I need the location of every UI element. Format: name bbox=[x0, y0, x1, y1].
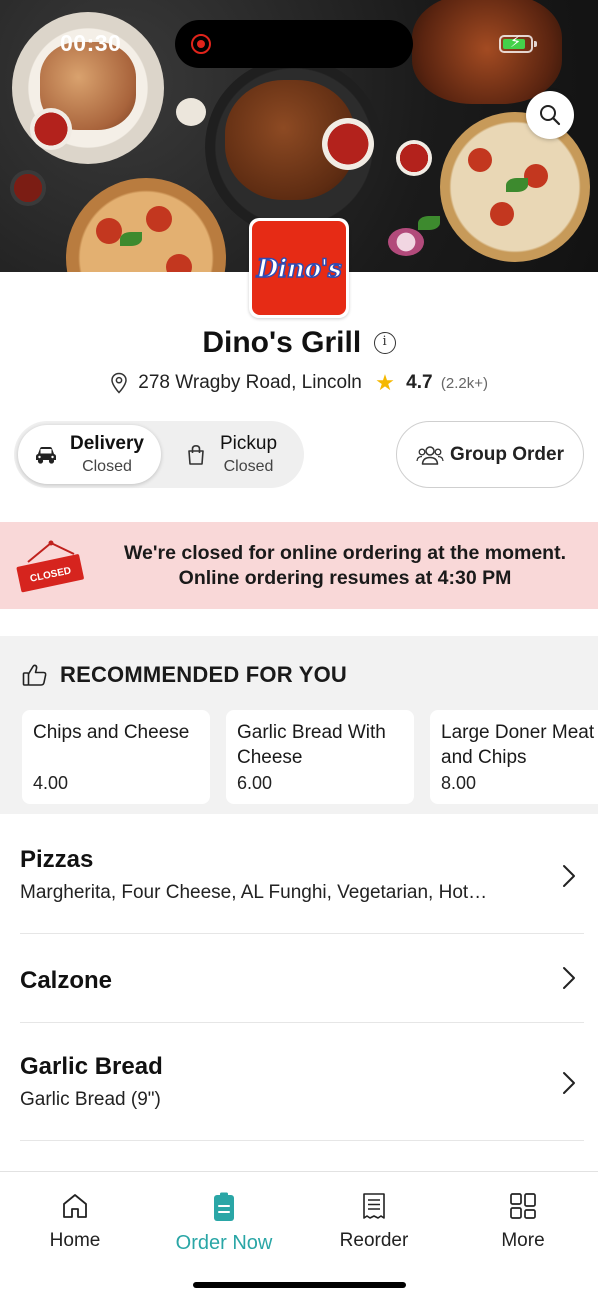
recommended-title: RECOMMENDED FOR YOU bbox=[60, 662, 347, 687]
recording-icon bbox=[191, 34, 211, 54]
nav-label: Home bbox=[49, 1230, 101, 1251]
nav-label: More bbox=[501, 1230, 545, 1251]
location-pin-icon bbox=[111, 372, 127, 394]
nav-order-now[interactable]: Order Now bbox=[159, 1192, 289, 1255]
chevron-right-icon bbox=[563, 1072, 575, 1094]
car-icon bbox=[36, 446, 56, 464]
rating-value: 4.7 bbox=[406, 372, 433, 393]
order-icon bbox=[214, 1192, 234, 1221]
recommended-item-price: 8.00 bbox=[441, 773, 477, 793]
delivery-status: Closed bbox=[82, 458, 132, 475]
order-mode-toggle: Delivery Closed Pickup Closed bbox=[14, 421, 304, 488]
address-rating-row: 278 Wragby Road, Lincoln ★ 4.7 (2.2k+) bbox=[0, 370, 598, 396]
recommended-item-name: Large Doner Meat and Chips bbox=[441, 722, 595, 768]
logo-text: Dino's bbox=[256, 253, 343, 284]
recommended-item-price: 6.00 bbox=[237, 773, 273, 793]
dynamic-island bbox=[175, 20, 413, 68]
nav-label: Order Now bbox=[175, 1232, 273, 1254]
category-name: Garlic Bread bbox=[20, 1053, 163, 1080]
category-name: Pizzas bbox=[20, 846, 94, 873]
group-people-icon bbox=[416, 445, 444, 465]
recommended-item-name: Garlic Bread With Cheese bbox=[237, 722, 386, 768]
battery-icon: ⚡ bbox=[499, 34, 537, 53]
star-icon: ★ bbox=[375, 370, 395, 395]
category-description: Margherita, Four Cheese, AL Funghi, Vege… bbox=[20, 882, 488, 903]
home-indicator bbox=[193, 1282, 406, 1288]
closed-message-line1: We're closed for online ordering at the … bbox=[123, 542, 566, 564]
closed-banner: CLOSED We're closed for online ordering … bbox=[0, 522, 598, 609]
delivery-option[interactable]: Delivery Closed bbox=[18, 425, 161, 484]
category-row-calzone[interactable]: Calzone bbox=[20, 934, 584, 1023]
recommended-card[interactable]: Garlic Bread With Cheese 6.00 bbox=[226, 710, 414, 804]
nav-reorder[interactable]: Reorder bbox=[309, 1192, 439, 1252]
search-button[interactable] bbox=[526, 91, 574, 139]
search-icon bbox=[540, 105, 561, 126]
nav-more[interactable]: More bbox=[458, 1192, 588, 1252]
recommended-item-price: 4.00 bbox=[33, 773, 69, 793]
nav-label: Reorder bbox=[339, 1230, 409, 1251]
thumbs-up-icon bbox=[22, 664, 47, 686]
pickup-option[interactable]: Pickup Closed bbox=[184, 421, 300, 488]
recommended-card[interactable]: Large Doner Meat and Chips 8.00 bbox=[430, 710, 598, 804]
category-row-pizzas[interactable]: Pizzas Margherita, Four Cheese, AL Fungh… bbox=[20, 846, 584, 934]
restaurant-logo: Dino's bbox=[249, 218, 349, 318]
closed-message-line2: Online ordering resumes at 4:30 PM bbox=[178, 567, 512, 589]
category-row-garlic-bread[interactable]: Garlic Bread Garlic Bread (9") bbox=[20, 1023, 584, 1141]
closed-sign-icon: CLOSED bbox=[16, 540, 84, 593]
group-order-label: Group Order bbox=[449, 443, 564, 465]
restaurant-name: Dino's Grill bbox=[202, 326, 362, 359]
nav-home[interactable]: Home bbox=[10, 1192, 140, 1252]
bottom-navigation: Home Order Now Reorder More bbox=[0, 1171, 598, 1300]
status-time: 00:30 bbox=[60, 30, 122, 56]
recommended-card[interactable]: Chips and Cheese 4.00 bbox=[22, 710, 210, 804]
category-description: Garlic Bread (9") bbox=[20, 1089, 161, 1110]
receipt-icon bbox=[363, 1193, 385, 1219]
group-order-button[interactable]: Group Order bbox=[396, 421, 584, 488]
recommended-section: RECOMMENDED FOR YOU Chips and Cheese 4.0… bbox=[0, 636, 598, 814]
shopping-bag-icon bbox=[188, 444, 204, 465]
category-name: Calzone bbox=[20, 967, 113, 994]
rating-count: (2.2k+) bbox=[440, 374, 488, 392]
home-icon bbox=[63, 1194, 87, 1218]
delivery-label: Delivery bbox=[70, 433, 144, 454]
pickup-status: Closed bbox=[223, 458, 274, 475]
grid-icon bbox=[510, 1193, 536, 1219]
info-icon[interactable] bbox=[373, 332, 396, 354]
recommended-item-name: Chips and Cheese bbox=[33, 722, 190, 743]
pickup-label: Pickup bbox=[220, 433, 278, 454]
chevron-right-icon bbox=[563, 967, 575, 989]
chevron-right-icon bbox=[563, 865, 575, 887]
restaurant-address: 278 Wragby Road, Lincoln bbox=[138, 372, 362, 393]
